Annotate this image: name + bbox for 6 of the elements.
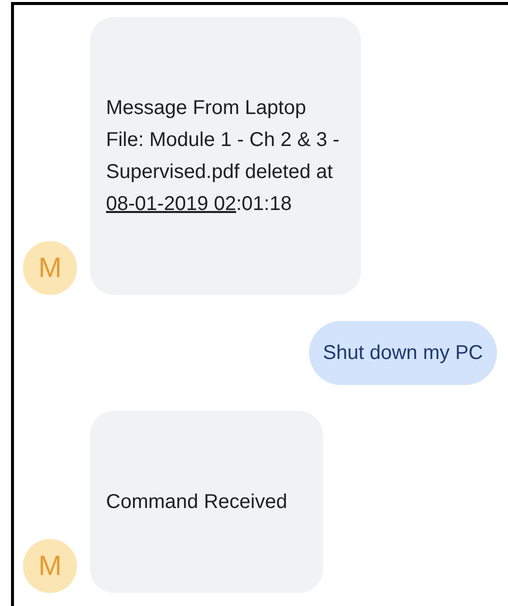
message-text: Command Received — [106, 490, 288, 515]
sent-message: Shut down my PC — [308, 321, 497, 385]
avatar: M — [23, 539, 77, 593]
date-link[interactable]: 08-01-2019 02 — [106, 193, 236, 215]
message-text: Message From Laptop File: Module 1 - Ch 2 & 3 - Supervised.pdf deleted at 08-01-2019 02:01:18 — [106, 96, 340, 217]
avatar: M — [23, 241, 77, 295]
